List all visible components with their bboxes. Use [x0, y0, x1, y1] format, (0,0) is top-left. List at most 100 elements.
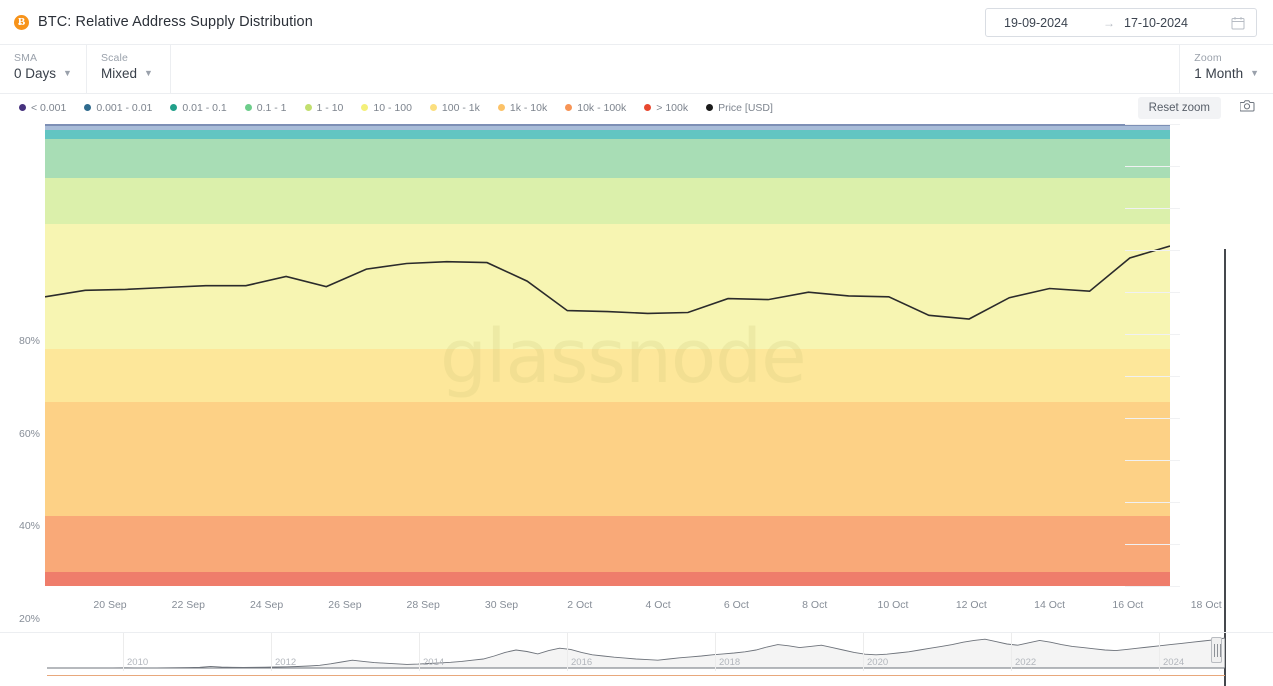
navigator-separator — [567, 633, 568, 671]
scale-label: Scale — [100, 52, 128, 64]
zoom-control[interactable]: Zoom 1 Month ▼ — [1179, 45, 1273, 93]
gridline — [1125, 166, 1180, 167]
navigator-separator — [1159, 633, 1160, 671]
legend-color-dot — [497, 104, 505, 111]
y-axis-tick: 20% — [18, 612, 40, 625]
navigator-separator — [123, 633, 124, 671]
navigator-year-label: 2012 — [275, 657, 297, 668]
x-axis-tick: 16 Oct — [1112, 599, 1144, 611]
x-axis-tick: 30 Sep — [484, 599, 519, 611]
date-to-input[interactable]: 17-10-2024 — [1124, 16, 1224, 30]
legend-label: 0.01 - 0.1 — [182, 101, 227, 114]
legend-item[interactable]: 10k - 100k — [565, 102, 626, 114]
legend-color-dot — [429, 104, 437, 111]
legend-color-dot — [361, 104, 369, 111]
legend-item[interactable]: 0.01 - 0.1 — [170, 101, 227, 114]
page-title: BTC: Relative Address Supply Distributio… — [38, 14, 313, 30]
chevron-down-icon: ▼ — [143, 68, 153, 78]
date-from-input[interactable]: 19-09-2024 — [986, 16, 1094, 30]
legend-color-dot — [244, 104, 252, 111]
legend-item[interactable]: > 100k — [644, 102, 688, 114]
zoom-value: 1 Month — [1194, 66, 1244, 81]
gridline — [1125, 250, 1180, 251]
x-axis: 20 Sep 22 Sep 24 Sep 26 Sep 28 Sep 30 Sep 2 Oc… — [45, 599, 1225, 617]
legend-label: Price [USD] — [718, 101, 773, 114]
navigator-year-label: 2024 — [1163, 657, 1185, 668]
legend-item[interactable]: 100 - 1k — [429, 102, 480, 114]
navigator-year-label: 2020 — [867, 657, 889, 668]
price-axis-line — [1224, 249, 1226, 686]
gridline — [1125, 124, 1180, 125]
legend-item[interactable]: < 0.001 — [19, 102, 66, 114]
legend-label: 1k - 10k — [509, 101, 548, 114]
gridline — [1125, 334, 1180, 335]
legend-label: > 100k — [656, 101, 689, 114]
x-axis-tick: 10 Oct — [877, 599, 909, 611]
navigator-track[interactable]: 2010 2012 2014 2016 2018 2020 2022 2024 — [47, 633, 1225, 685]
x-axis-tick: 14 Oct — [1034, 599, 1066, 611]
chart-title-group: Ƀ BTC: Relative Address Supply Distribut… — [0, 14, 313, 30]
legend-item[interactable]: 10 - 100 — [361, 102, 412, 114]
sma-control[interactable]: SMA 0 Days ▼ — [0, 45, 87, 93]
x-axis-tick: 12 Oct — [955, 599, 987, 611]
navigator-separator — [863, 633, 864, 671]
calendar-icon[interactable] — [1231, 16, 1245, 30]
legend-item[interactable]: 0.001 - 0.01 — [84, 102, 152, 114]
gridline — [1125, 460, 1180, 461]
bitcoin-icon: Ƀ — [14, 14, 29, 30]
chevron-down-icon: ▼ — [63, 68, 72, 78]
legend-color-dot — [304, 104, 312, 111]
price-line-series — [45, 245, 1170, 320]
legend-label: 1 - 10 — [316, 101, 344, 114]
x-axis-tick: 18 Oct — [1190, 599, 1222, 611]
scale-value: Mixed — [100, 66, 137, 81]
legend-color-dot — [644, 104, 652, 111]
legend-label: 0.1 - 1 — [256, 101, 287, 114]
legend-item[interactable]: 1k - 10k — [497, 101, 548, 114]
legend-label: 0.001 - 0.01 — [96, 101, 153, 114]
chart-legend: < 0.001 0.001 - 0.01 0.01 - 0.1 0.1 - 1 1 - … — [0, 94, 1273, 121]
chevron-down-icon: ▼ — [1250, 68, 1259, 78]
x-axis-tick: 28 Sep — [406, 599, 440, 611]
navigator-separator — [419, 633, 420, 671]
gridline — [1125, 208, 1180, 209]
legend-item[interactable]: 0.1 - 1 — [244, 101, 287, 114]
navigator-handle-right[interactable] — [1211, 637, 1222, 663]
legend-item[interactable]: 1 - 10 — [304, 101, 344, 114]
chart-controls-bar: SMA 0 Days ▼ Scale Mixed ▼ Zoom 1 Month … — [0, 45, 1273, 94]
navigator-year-label: 2010 — [127, 657, 149, 668]
sma-value: 0 Days — [14, 66, 57, 81]
scale-select[interactable]: Mixed ▼ — [101, 66, 156, 81]
navigator-price-sparkline — [47, 637, 1225, 669]
x-axis-tick: 4 Oct — [645, 599, 671, 611]
legend-color-dot — [565, 104, 573, 111]
navigator-baseline — [47, 675, 1225, 676]
legend-color-dot — [19, 104, 26, 111]
legend-color-dot — [170, 104, 178, 111]
legend-label: 10k - 100k — [577, 101, 627, 114]
legend-item[interactable]: Price [USD] — [706, 102, 773, 114]
x-axis-tick: 2 Oct — [567, 599, 593, 611]
navigator-year-label: 2016 — [571, 657, 593, 668]
range-navigator[interactable]: 2010 2012 2014 2016 2018 2020 2022 2024 — [0, 632, 1273, 686]
reset-zoom-button[interactable]: Reset zoom — [1137, 97, 1221, 119]
y-axis-tick: 80% — [18, 335, 40, 348]
sma-select[interactable]: 0 Days ▼ — [14, 66, 72, 81]
gridline — [1125, 418, 1180, 419]
x-axis-tick: 20 Sep — [93, 599, 127, 611]
y-axis-tick: 40% — [18, 520, 40, 533]
scale-control[interactable]: Scale Mixed ▼ — [87, 45, 171, 93]
chart-plot-area: 0%20%40%60%80% glassnode $40k 20 Sep22 S… — [0, 121, 1273, 686]
camera-icon[interactable] — [1239, 99, 1255, 112]
gridline — [1125, 376, 1180, 377]
navigator-separator — [271, 633, 272, 671]
x-axis-tick: 8 Oct — [802, 599, 828, 611]
zoom-select[interactable]: 1 Month ▼ — [1194, 66, 1259, 81]
date-range-picker[interactable]: 19-09-2024 → 17-10-2024 — [985, 8, 1257, 37]
legend-color-dot — [84, 104, 92, 111]
right-gridlines — [1125, 124, 1180, 587]
navigator-year-label: 2014 — [423, 657, 445, 668]
gridline — [1125, 292, 1180, 293]
date-range-arrow-icon: → — [1103, 15, 1115, 30]
stacked-area-chart[interactable]: glassnode — [45, 124, 1170, 586]
